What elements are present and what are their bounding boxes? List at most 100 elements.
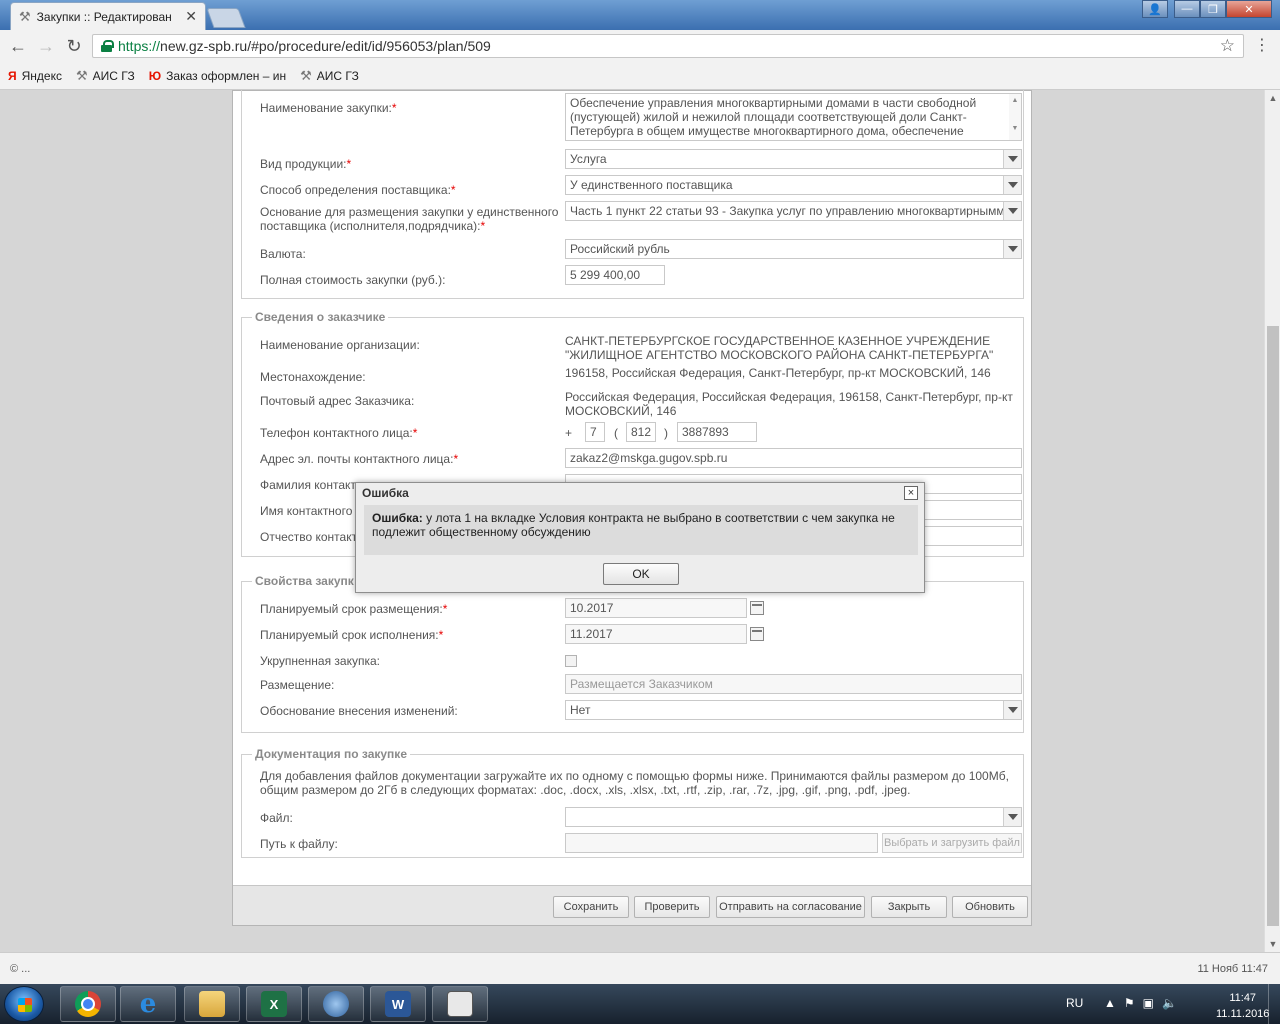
supplier-method-select[interactable]: У единственного поставщика [565,175,1022,195]
bookmark-order[interactable]: Ю Заказ оформлен – ин [149,69,286,83]
textarea-scrollbar[interactable]: ▲ ▼ [1009,94,1021,140]
org-name-label: Наименование организации: [260,338,420,352]
chevron-down-icon[interactable] [1003,240,1021,258]
check-button[interactable]: Проверить [634,896,710,918]
clock[interactable]: 11:47 11.11.2016 [1216,990,1269,1022]
excel-icon: X [261,991,287,1017]
taskbar-explorer[interactable] [184,986,240,1022]
taskbar-ie[interactable]: e [120,986,176,1022]
chevron-down-icon[interactable] [1003,176,1021,194]
section-documentation: Документация по закупке Для добавления ф… [241,747,1024,858]
save-button[interactable]: Сохранить [553,896,629,918]
tab-close-icon[interactable]: ✕ [185,8,197,25]
url-input[interactable]: https://new.gz-spb.ru/#po/procedure/edit… [92,34,1244,58]
forward-icon[interactable]: → [32,32,60,60]
volume-icon[interactable]: 🔈 [1162,996,1185,1010]
page-scrollbar[interactable]: ▲ ▼ [1264,90,1280,952]
properties-legend: Свойства закупк [252,574,357,588]
firstname-label: Имя контактного л [260,504,363,518]
phone-number-input[interactable]: 3887893 [677,422,757,442]
error-message: Ошибка: у лота 1 на вкладке Условия конт… [364,505,918,555]
change-reason-select[interactable]: Нет [565,700,1022,720]
section-purchase: Наименование закупки:* Обеспечение управ… [241,90,1024,299]
currency-label: Валюта: [260,247,306,261]
taskbar-chrome[interactable] [60,986,116,1022]
star-icon[interactable]: ☆ [1220,36,1235,56]
plan-place-label: Планируемый срок размещения: [260,602,443,616]
language-indicator[interactable]: RU [1066,996,1083,1010]
bookmark-ais-gz-2[interactable]: ⚒ АИС ГЗ [300,68,359,84]
send-approval-button[interactable]: Отправить на согласование [716,896,865,918]
tool-icon: ⚒ [19,8,31,24]
total-cost-input[interactable]: 5 299 400,00 [565,265,665,285]
tool-icon: ⚒ [75,67,88,83]
refresh-button[interactable]: Обновить [952,896,1028,918]
total-cost-label: Полная стоимость закупки (руб.): [260,273,446,287]
close-window-button[interactable]: ✕ [1226,0,1272,18]
chevron-down-icon[interactable] [1003,150,1021,168]
network-icon[interactable]: ▣ [1143,996,1162,1010]
basis-label: Основание для размещения закупки у единс… [260,205,559,219]
start-button[interactable] [4,986,44,1022]
tool-icon: ⚒ [300,67,312,83]
word-icon: W [385,991,411,1017]
reload-icon[interactable]: ↻ [60,32,88,60]
user-icon[interactable]: 👤 [1142,0,1168,18]
minimize-button[interactable]: — [1174,0,1200,18]
scroll-up-icon[interactable]: ▲ [1265,90,1280,106]
chevron-down-icon[interactable] [1003,808,1021,826]
scroll-down-icon[interactable]: ▼ [1265,936,1280,952]
email-input[interactable]: zakaz2@mskga.gugov.spb.ru [565,448,1022,468]
taskbar: e X W RU ▲⚑▣🔈 11:47 11.11.2016 [0,984,1280,1024]
show-desktop-button[interactable] [1268,984,1280,1024]
surname-label: Фамилия контакт [260,478,356,492]
customer-legend: Сведения о заказчике [252,310,389,324]
basis-select[interactable]: Часть 1 пункт 22 статьи 93 - Закупка усл… [565,201,1022,221]
upload-file-button[interactable]: Выбрать и загрузить файл [882,833,1022,853]
status-datetime: 11 Нояб 11:47 [1197,963,1268,975]
browser-tab[interactable]: ⚒ Закупки :: Редактирован ✕ [10,2,206,30]
calendar-icon[interactable] [750,601,764,615]
tab-title: Закупки :: Редактирован [36,9,172,24]
bookmark-yandex[interactable]: Я Яндекс [8,69,62,83]
purchase-name-textarea[interactable]: Обеспечение управления многоквартирными … [565,93,1022,141]
consolidated-checkbox[interactable] [565,655,577,667]
plan-place-input[interactable]: 10.2017 [565,598,764,618]
plan-exec-input[interactable]: 11.2017 [565,624,764,644]
section-properties: Свойства закупк Планируемый срок размеще… [241,574,1024,733]
taskbar-word[interactable]: W [370,986,426,1022]
bookmark-ais-gz[interactable]: ⚒ АИС ГЗ [76,68,135,84]
menu-icon[interactable]: ⋮ [1252,36,1272,56]
scroll-thumb[interactable] [1267,326,1279,926]
flag-icon[interactable]: ⚑ [1124,996,1143,1010]
file-select[interactable] [565,807,1022,827]
chevron-down-icon[interactable] [1003,701,1021,719]
documentation-legend: Документация по закупке [252,747,410,761]
maximize-button[interactable]: ❐ [1200,0,1226,18]
placement-input[interactable]: Размещается Заказчиком [565,674,1022,694]
supplier-method-label: Способ определения поставщика: [260,183,451,197]
new-tab-button[interactable] [206,8,246,28]
consolidated-label: Укрупненная закупка: [260,654,381,668]
filepath-input[interactable] [565,833,878,853]
close-button[interactable]: Закрыть [871,896,947,918]
phone-country-input[interactable]: 7 [585,422,605,442]
chevron-down-icon[interactable] [1003,202,1021,220]
currency-select[interactable]: Российский рубль [565,239,1022,259]
ok-button[interactable]: OK [603,563,679,585]
postal-label: Почтовый адрес Заказчика: [260,394,415,408]
back-icon[interactable]: ← [4,32,32,60]
taskbar-excel[interactable]: X [246,986,302,1022]
plan-exec-label: Планируемый срок исполнения: [260,628,439,642]
calendar-icon[interactable] [750,627,764,641]
system-tray: RU ▲⚑▣🔈 11:47 11.11.2016 [1040,984,1280,1024]
close-icon[interactable]: × [904,486,918,500]
phone-code-input[interactable]: 812 [626,422,656,442]
form-footer: Сохранить Проверить Отправить на согласо… [233,885,1031,925]
taskbar-thunderbird[interactable] [308,986,364,1022]
chevron-up-icon[interactable]: ▲ [1104,996,1124,1010]
copyright-text: © ... [10,963,31,975]
patronymic-label: Отчество контакт [260,530,358,544]
product-type-select[interactable]: Услуга [565,149,1022,169]
taskbar-app[interactable] [432,986,488,1022]
